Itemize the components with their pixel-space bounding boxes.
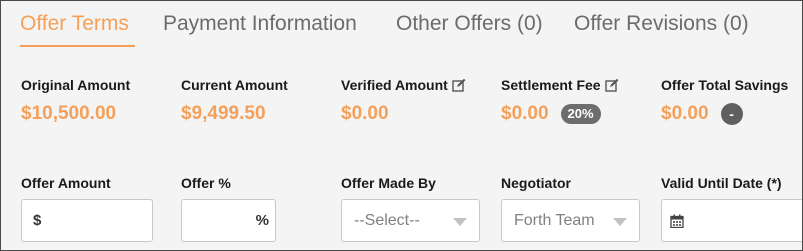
valid-until-input[interactable] <box>661 199 802 242</box>
valid-until-label: Valid Until Date (*) <box>661 175 782 191</box>
offer-percent-field: Offer % % <box>181 175 276 242</box>
original-amount-metric: Original Amount $10,500.00 <box>21 76 130 125</box>
tab-offer-terms[interactable]: Offer Terms <box>20 11 129 37</box>
negotiator-select[interactable]: Forth Team <box>501 199 640 242</box>
tab-bar: Offer Terms Payment Information Other Of… <box>1 1 802 49</box>
negotiator-label: Negotiator <box>501 175 571 191</box>
verified-amount-text: $0.00 <box>341 103 389 124</box>
edit-icon[interactable] <box>604 78 619 92</box>
settlement-fee-value: $0.00 20% <box>501 103 619 125</box>
offer-percent-label: Offer % <box>181 175 231 191</box>
settlement-fee-percent-badge: 20% <box>560 104 601 124</box>
chevron-down-icon <box>613 218 627 226</box>
offer-panel: Offer Terms Payment Information Other Of… <box>0 0 803 251</box>
current-amount-text: $9,499.50 <box>181 103 266 124</box>
offer-amount-label: Offer Amount <box>21 175 111 191</box>
offer-total-savings-label: Offer Total Savings <box>661 77 789 93</box>
settlement-fee-label: Settlement Fee <box>501 77 601 93</box>
tab-other-offers[interactable]: Other Offers (0) <box>396 11 543 37</box>
verified-amount-value: $0.00 <box>341 103 466 125</box>
offer-made-by-select[interactable]: --Select-- <box>341 199 480 242</box>
current-amount-value: $9,499.50 <box>181 103 288 125</box>
original-amount-text: $10,500.00 <box>21 103 117 124</box>
settlement-fee-metric: Settlement Fee $0.00 20% <box>501 76 619 125</box>
offer-total-savings-metric: Offer Total Savings $0.00 - <box>661 76 788 125</box>
tab-offer-revisions[interactable]: Offer Revisions (0) <box>574 11 749 37</box>
original-amount-label: Original Amount <box>21 77 131 93</box>
offer-made-by-label: Offer Made By <box>341 175 436 191</box>
savings-toggle-badge[interactable]: - <box>720 103 743 125</box>
offer-amount-field: Offer Amount $ <box>21 175 153 242</box>
verified-amount-header: Verified Amount <box>341 76 466 94</box>
offer-percent-input[interactable]: % <box>181 199 276 242</box>
current-amount-label: Current Amount <box>181 77 288 93</box>
active-tab-indicator <box>20 45 135 47</box>
offer-made-by-selected: --Select-- <box>354 211 420 229</box>
negotiator-field: Negotiator Forth Team <box>501 175 640 242</box>
calendar-icon[interactable] <box>670 214 684 228</box>
offer-total-savings-text: $0.00 <box>661 103 709 124</box>
negotiator-selected: Forth Team <box>514 211 595 229</box>
percent-suffix: % <box>255 212 269 229</box>
verified-amount-label: Verified Amount <box>341 77 448 93</box>
settlement-fee-text: $0.00 <box>501 103 549 124</box>
verified-amount-metric: Verified Amount $0.00 <box>341 76 466 125</box>
valid-until-field: Valid Until Date (*) <box>661 175 802 242</box>
offer-made-by-field: Offer Made By --Select-- <box>341 175 480 242</box>
chevron-down-icon <box>453 218 467 226</box>
edit-icon[interactable] <box>452 78 466 92</box>
settlement-fee-header: Settlement Fee <box>501 76 619 94</box>
dollar-prefix: $ <box>33 212 42 229</box>
tab-payment-information[interactable]: Payment Information <box>163 11 357 37</box>
current-amount-metric: Current Amount $9,499.50 <box>181 76 288 125</box>
original-amount-value: $10,500.00 <box>21 103 130 125</box>
offer-total-savings-value: $0.00 - <box>661 103 788 125</box>
offer-amount-input[interactable]: $ <box>21 199 153 242</box>
